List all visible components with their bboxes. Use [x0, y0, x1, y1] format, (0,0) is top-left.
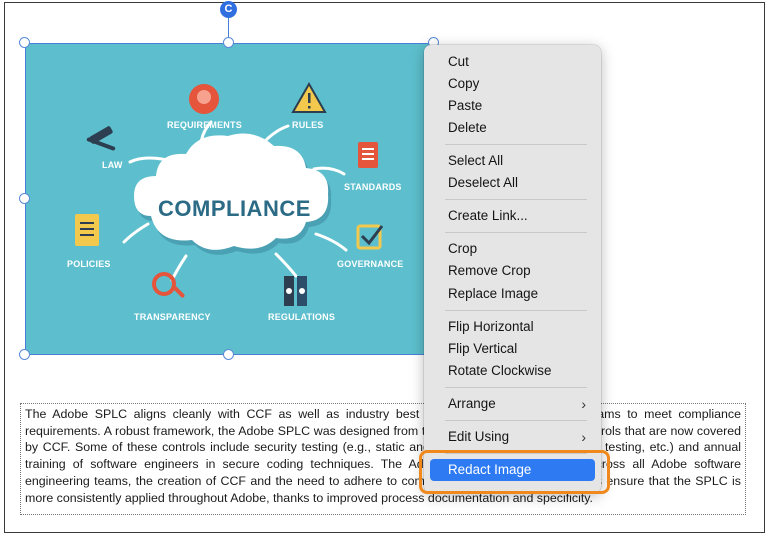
- label-governance: GOVERNANCE: [337, 259, 404, 269]
- label-law: LAW: [102, 160, 123, 170]
- menu-item-select-all[interactable]: Select All: [430, 150, 595, 172]
- label-standards: STANDARDS: [344, 182, 402, 192]
- resize-handle-bottom[interactable]: [223, 349, 234, 360]
- menu-item-edit-using[interactable]: Edit Using ›: [430, 426, 595, 448]
- menu-item-create-link[interactable]: Create Link...: [430, 205, 595, 227]
- resize-handle-top[interactable]: [223, 37, 234, 48]
- label-rules: RULES: [292, 120, 324, 130]
- menu-item-paste[interactable]: Paste: [430, 95, 595, 117]
- menu-item-remove-crop[interactable]: Remove Crop: [430, 260, 595, 282]
- menu-item-replace-image[interactable]: Replace Image: [430, 283, 595, 305]
- menu-item-deselect-all[interactable]: Deselect All: [430, 172, 595, 194]
- menu-item-flip-horizontal[interactable]: Flip Horizontal: [430, 316, 595, 338]
- resize-handle-bottom-left[interactable]: [19, 349, 30, 360]
- resize-handle-top-left[interactable]: [19, 37, 30, 48]
- menu-separator: [445, 310, 587, 311]
- body-paragraph: The Adobe SPLC aligns cleanly with CCF a…: [25, 407, 741, 505]
- menu-separator: [445, 453, 587, 454]
- menu-item-cut[interactable]: Cut: [430, 51, 595, 73]
- body-text-box[interactable]: The Adobe SPLC aligns cleanly with CCF a…: [20, 403, 746, 515]
- context-menu: Cut Copy Paste Delete Select All Deselec…: [424, 45, 601, 493]
- image-title-text: COMPLIANCE: [158, 196, 311, 221]
- resize-handle-left[interactable]: [19, 193, 30, 204]
- menu-separator: [445, 420, 587, 421]
- menu-item-redact-image[interactable]: Redact Image: [430, 459, 595, 481]
- menu-item-delete[interactable]: Delete: [430, 117, 595, 139]
- menu-separator: [445, 144, 587, 145]
- selected-image[interactable]: COMPLIANCE REQUIREMENTS RULES LAW STANDA…: [19, 37, 439, 360]
- menu-item-crop[interactable]: Crop: [430, 238, 595, 260]
- menu-item-arrange[interactable]: Arrange ›: [430, 393, 595, 415]
- menu-separator: [445, 232, 587, 233]
- label-regulations: REGULATIONS: [268, 312, 336, 322]
- label-transparency: TRANSPARENCY: [134, 312, 211, 322]
- compliance-illustration: COMPLIANCE REQUIREMENTS RULES LAW STANDA…: [25, 43, 434, 355]
- menu-separator: [445, 199, 587, 200]
- menu-item-flip-vertical[interactable]: Flip Vertical: [430, 338, 595, 360]
- label-requirements: REQUIREMENTS: [167, 120, 242, 130]
- label-policies: POLICIES: [67, 259, 111, 269]
- chevron-right-icon: ›: [581, 396, 586, 412]
- rotate-handle-icon[interactable]: C: [220, 1, 237, 18]
- chevron-right-icon: ›: [581, 429, 586, 445]
- menu-item-copy[interactable]: Copy: [430, 73, 595, 95]
- menu-item-rotate-clockwise[interactable]: Rotate Clockwise: [430, 360, 595, 382]
- menu-separator: [445, 387, 587, 388]
